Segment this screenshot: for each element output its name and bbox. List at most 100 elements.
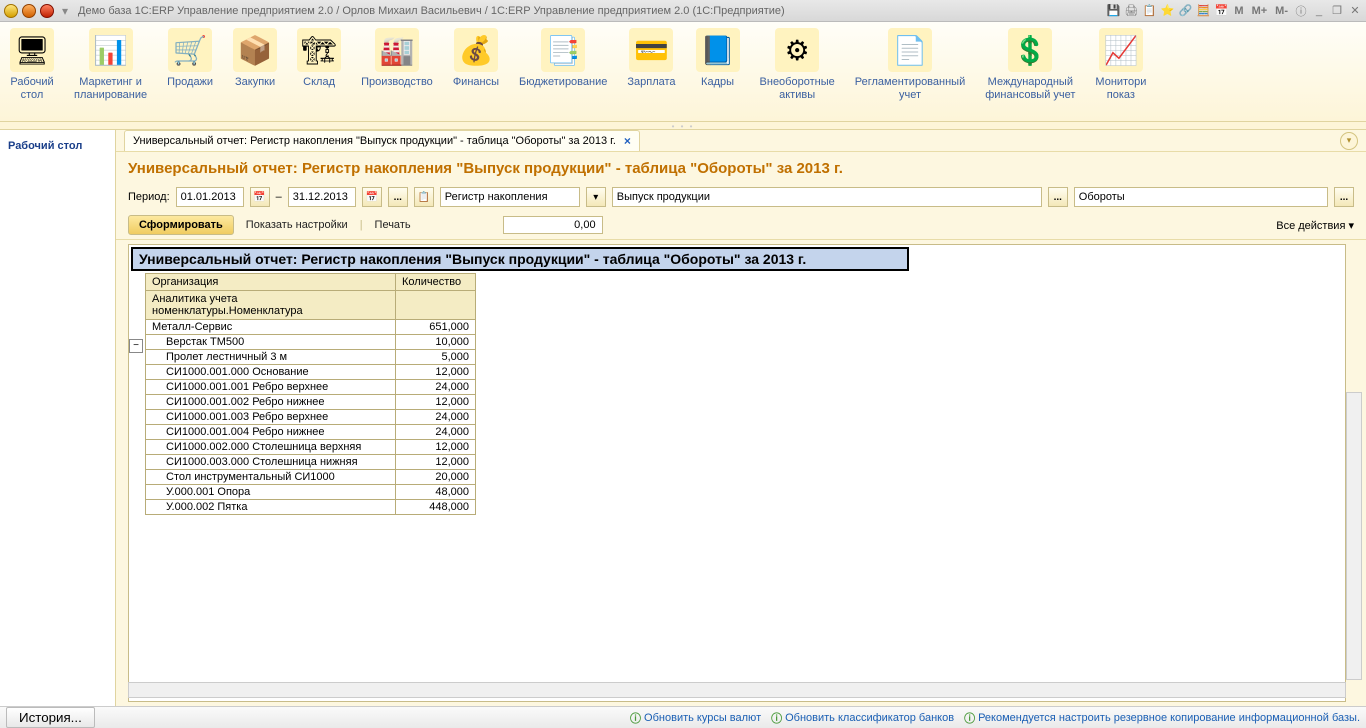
star-icon[interactable]: ⭐ — [1160, 4, 1174, 18]
status-link-backup[interactable]: ⓘРекомендуется настроить резервное копир… — [964, 710, 1360, 726]
ribbon-label: Склад — [303, 76, 335, 89]
row-name: Стол инструментальный СИ1000 — [146, 470, 396, 485]
save-icon[interactable]: 💾 — [1106, 4, 1120, 18]
calc-icon[interactable]: 🧮 — [1196, 4, 1210, 18]
dropdown-icon[interactable]: ▾ — [62, 4, 68, 18]
register-type-select[interactable]: Регистр накопления — [440, 187, 580, 207]
ribbon-icon: 📈 — [1099, 28, 1143, 72]
doc-icon[interactable]: 📋 — [1142, 4, 1156, 18]
window-btn-2[interactable] — [22, 4, 36, 18]
tab-close-icon[interactable]: × — [624, 134, 631, 148]
register-name-select[interactable]: Выпуск продукции — [612, 187, 1042, 207]
ribbon-section-13[interactable]: 📈Мониторипоказ — [1085, 28, 1156, 121]
date-to-input[interactable]: 31.12.2013 — [288, 187, 356, 207]
ribbon-section-2[interactable]: 🛒Продажи — [157, 28, 223, 121]
table-name-select[interactable]: Обороты — [1074, 187, 1328, 207]
ribbon-section-12[interactable]: 💲Международныйфинансовый учет — [975, 28, 1085, 121]
ribbon-section-3[interactable]: 📦Закупки — [223, 28, 287, 121]
register-type-icon[interactable]: 📋 — [414, 187, 434, 207]
ribbon-icon: ⚙ — [775, 28, 819, 72]
generate-button[interactable]: Сформировать — [128, 215, 234, 235]
ribbon-label: Рабочийстол — [10, 76, 53, 102]
m-button[interactable]: M — [1232, 5, 1245, 17]
ribbon-section-9[interactable]: 📘Кадры — [686, 28, 750, 121]
status-link-rates[interactable]: ⓘОбновить курсы валют — [630, 710, 761, 726]
window-btn-3[interactable] — [40, 4, 54, 18]
tabs-menu-button[interactable]: ▾ — [1340, 132, 1358, 150]
period-label: Период: — [128, 191, 170, 203]
ribbon-section-7[interactable]: 📑Бюджетирование — [509, 28, 617, 121]
ribbon-label: Продажи — [167, 76, 213, 89]
ribbon-icon: 🏭 — [375, 28, 419, 72]
close-icon[interactable]: ✕ — [1348, 4, 1362, 18]
print-link[interactable]: Печать — [371, 217, 415, 233]
calendar-icon[interactable]: 📅 — [1214, 4, 1228, 18]
col-qty: Количество — [396, 274, 476, 291]
ribbon-section-4[interactable]: 🏗 Склад — [287, 28, 351, 121]
table-row[interactable]: У.000.002 Пятка448,000 — [146, 500, 476, 515]
date-to-cal-icon[interactable]: 📅 — [362, 187, 382, 207]
tree-collapse-icon[interactable]: − — [129, 339, 143, 353]
ribbon-icon: 🏗 — [297, 28, 341, 72]
sum-box[interactable]: 0,00 — [503, 216, 603, 234]
ribbon-section-5[interactable]: 🏭Производство — [351, 28, 443, 121]
table-row[interactable]: СИ1000.001.004 Ребро нижнее24,000 — [146, 425, 476, 440]
register-type-dd-icon[interactable]: ▾ — [586, 187, 606, 207]
ribbon-icon: 🖥 — [10, 28, 54, 72]
maximize-icon[interactable]: ❐ — [1330, 4, 1344, 18]
table-row[interactable]: СИ1000.001.003 Ребро верхнее24,000 — [146, 410, 476, 425]
info-icon[interactable]: ⓘ — [1294, 4, 1308, 18]
row-qty: 20,000 — [396, 470, 476, 485]
mplus-button[interactable]: M+ — [1250, 5, 1270, 17]
table-row[interactable]: СИ1000.001.000 Основание12,000 — [146, 365, 476, 380]
window-btn-1[interactable] — [4, 4, 18, 18]
status-bar: История... ⓘОбновить курсы валют ⓘОбнови… — [0, 706, 1366, 728]
scrollbar-horizontal[interactable] — [128, 682, 1346, 698]
ribbon-label: Зарплата — [627, 76, 675, 89]
table-name-picker[interactable]: ... — [1334, 187, 1354, 207]
tab-report[interactable]: Универсальный отчет: Регистр накопления … — [124, 130, 640, 151]
all-actions-menu[interactable]: Все действия ▾ — [1276, 219, 1354, 232]
table-row[interactable]: Стол инструментальный СИ100020,000 — [146, 470, 476, 485]
titlebar: ▾ Демо база 1С:ERP Управление предприяти… — [0, 0, 1366, 22]
minimize-icon[interactable]: _ — [1312, 4, 1326, 18]
report-header: Универсальный отчет: Регистр накопления … — [131, 247, 909, 271]
ribbon-section-10[interactable]: ⚙ Внеоборотныеактивы — [750, 28, 845, 121]
ribbon-grip[interactable]: • • • — [0, 122, 1366, 130]
ribbon-section-0[interactable]: 🖥 Рабочийстол — [0, 28, 64, 121]
table-row[interactable]: СИ1000.003.000 Столешница нижняя12,000 — [146, 455, 476, 470]
date-from-input[interactable]: 01.01.2013 — [176, 187, 244, 207]
sidebar-item-desktop[interactable]: Рабочий стол — [4, 136, 111, 156]
table-row[interactable]: Пролет лестничный 3 м5,000 — [146, 350, 476, 365]
print-icon[interactable]: 🖨 — [1124, 4, 1138, 18]
row-name: Металл-Сервис — [146, 320, 396, 335]
scrollbar-vertical[interactable] — [1346, 392, 1362, 680]
ribbon-section-6[interactable]: 💰Финансы — [443, 28, 509, 121]
row-name: СИ1000.001.003 Ребро верхнее — [146, 410, 396, 425]
mminus-button[interactable]: M- — [1273, 5, 1290, 17]
table-row[interactable]: СИ1000.001.002 Ребро нижнее12,000 — [146, 395, 476, 410]
ribbon-section-8[interactable]: 💳Зарплата — [617, 28, 685, 121]
table-row[interactable]: СИ1000.002.000 Столешница верхняя12,000 — [146, 440, 476, 455]
info-icon: ⓘ — [771, 710, 782, 726]
status-link-banks[interactable]: ⓘОбновить классификатор банков — [771, 710, 954, 726]
row-qty: 448,000 — [396, 500, 476, 515]
register-name-picker[interactable]: ... — [1048, 187, 1068, 207]
date-from-cal-icon[interactable]: 📅 — [250, 187, 270, 207]
table-row[interactable]: У.000.001 Опора48,000 — [146, 485, 476, 500]
row-name: Пролет лестничный 3 м — [146, 350, 396, 365]
row-name: СИ1000.002.000 Столешница верхняя — [146, 440, 396, 455]
table-row[interactable]: СИ1000.001.001 Ребро верхнее24,000 — [146, 380, 476, 395]
ribbon: 🖥 Рабочийстол 📊Маркетинг ипланирование🛒Про… — [0, 22, 1366, 122]
history-button[interactable]: История... — [6, 707, 95, 728]
show-settings-link[interactable]: Показать настройки — [242, 217, 352, 233]
ribbon-section-11[interactable]: 📄Регламентированныйучет — [845, 28, 976, 121]
link-icon[interactable]: 🔗 — [1178, 4, 1192, 18]
row-name: У.000.002 Пятка — [146, 500, 396, 515]
ribbon-section-1[interactable]: 📊Маркетинг ипланирование — [64, 28, 157, 121]
period-picker-button[interactable]: ... — [388, 187, 408, 207]
table-row[interactable]: Металл-Сервис651,000 — [146, 320, 476, 335]
tab-label: Универсальный отчет: Регистр накопления … — [133, 135, 616, 147]
table-row[interactable]: Верстак ТМ50010,000 — [146, 335, 476, 350]
ribbon-label: Внеоборотныеактивы — [760, 76, 835, 102]
